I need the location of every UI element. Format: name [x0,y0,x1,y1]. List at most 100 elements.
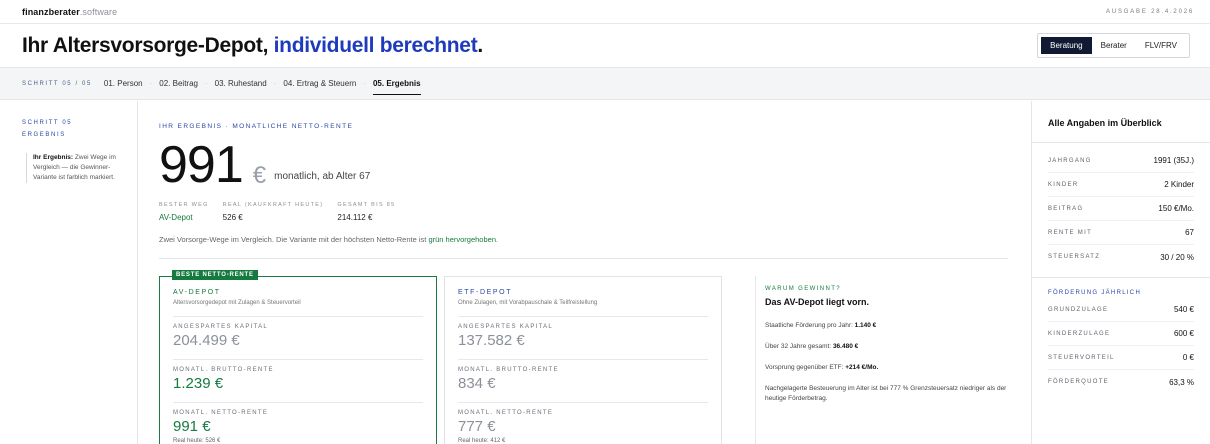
divider [1032,277,1210,278]
foerderung-row: FÖRDERQUOTE 63,3 % [1048,370,1194,394]
currency-symbol: € [252,162,267,189]
overview-row: STEUERSATZ 30 / 20 % [1048,245,1194,269]
metric-value: 526 € [222,213,243,222]
why-title: Das AV-Depot liegt vorn. [765,297,870,307]
row-label: GRUNDZULAGE [1048,306,1109,313]
step-separator: · [363,79,366,88]
card-subtitle: Altersvorsorgedepot mit Zulagen & Steuer… [173,300,301,306]
overview-row: BEITRAG 150 €/Mo. [1048,197,1194,221]
foerderung-list: GRUNDZULAGE 540 € KINDERZULAGE 600 € STEUE… [1048,298,1194,394]
title-end: . [477,33,483,57]
why-value: 36.480 € [832,343,859,350]
step-ertrag-steuern[interactable]: 04. Ertrag & Steuern [283,73,356,94]
page-title: Ihr Altersvorsorge-Depot, individuell be… [22,34,483,58]
mode-beratung-button[interactable]: Beratung [1041,37,1092,54]
divider [159,258,1008,259]
row-label: ANGESPARTES KAPITAL [458,324,554,330]
step-ergebnis[interactable]: 05. Ergebnis [372,73,421,95]
note-bold: Ihr Ergebnis: [33,154,74,161]
overview-row: RENTE MIT 67 [1048,221,1194,245]
step-separator: · [273,79,277,88]
step-person[interactable]: 01. Person [104,73,143,94]
card-row-brutto: MONATL. BRUTTO-RENTE 834 € [458,359,708,392]
row-label: STEUERVORTEIL [1048,354,1115,361]
row-label: MONATL. NETTO-RENTE [458,410,554,416]
why-line: Staatliche Förderung pro Jahr: 1.140 € [765,321,1009,331]
row-label: KINDERZULAGE [1048,330,1111,337]
why-line: Vorsprung gegenüber ETF: +214 €/Mo. [765,363,1009,373]
edition-date: AUSGABE 28.4.2026 [1106,8,1194,15]
step-counter: SCHRITT 05 / 05 [22,80,92,87]
row-label: RENTE MIT [1048,229,1093,236]
row-note: Real heute: 412 € [458,438,506,444]
row-value: 540 € [1173,305,1194,314]
row-label: BEITRAG [1048,205,1084,212]
metric-label: GESAMT BIS 85 [337,202,396,208]
row-value: 30 / 20 % [1160,252,1194,262]
best-badge: BESTE NETTO-RENTE [172,270,258,280]
mode-berater-button[interactable]: Berater [1092,37,1136,54]
why-text: Über 32 Jahre gesamt: [765,343,833,350]
row-value: 1991 (35J.) [1153,156,1194,165]
card-row-kapital: ANGESPARTES KAPITAL 137.582 € [458,316,708,349]
overview-title: Alle Angaben im Überblick [1048,118,1162,128]
why-text: Vorsprung gegenüber ETF: [765,364,846,371]
brand-name: finanzberater [22,6,80,17]
card-etf-depot[interactable]: ETF-DEPOT Ohne Zulagen, mit Vorabpauscha… [444,276,722,444]
card-row-brutto: MONATL. BRUTTO-RENTE 1.239 € [173,359,423,392]
result-note: Ihr Ergebnis: Zwei Wege im Vergleich — d… [26,153,122,183]
mode-switch: Beratung Berater FLV/FRV [1037,33,1190,58]
why-value: 1.140 € [854,322,877,329]
row-value: 204.499 € [173,332,240,349]
why-value: +214 €/Mo. [845,364,879,371]
row-label: STEUERSATZ [1048,254,1101,260]
brand-logo[interactable]: finanzberater.software [22,7,117,17]
left-sidebar: SCHRITT 05 ERGEBNIS Ihr Ergebnis: Zwei W… [0,101,138,444]
foerderung-row: STEUERVORTEIL 0 € [1048,346,1194,370]
comparison-intro: Zwei Vorsorge-Wege im Vergleich. Die Var… [159,235,498,244]
why-text: Staatliche Förderung pro Jahr: [765,322,855,329]
row-label: FÖRDERQUOTE [1048,379,1109,385]
mode-flv-frv-button[interactable]: FLV/FRV [1136,37,1186,54]
overview-row: KINDER 2 Kinder [1048,173,1194,197]
overview-list: JAHRGANG 1991 (35J.) KINDER 2 Kinder BEITR… [1048,149,1194,269]
row-value: 834 € [458,375,496,392]
top-bar: finanzberater.software AUSGABE 28.4.2026 [0,0,1210,24]
row-label: MONATL. BRUTTO-RENTE [173,367,274,373]
foerderung-row: KINDERZULAGE 600 € [1048,322,1194,346]
step-title: ERGEBNIS [22,132,66,138]
row-value: 137.582 € [458,332,525,349]
content-area: SCHRITT 05 ERGEBNIS Ihr Ergebnis: Zwei W… [0,101,1210,444]
step-beitrag[interactable]: 02. Beitrag [159,73,198,94]
result-metrics: BESTER WEG AV-Depot REAL (KAUFKRAFT HEUT… [159,202,409,222]
step-ruhestand[interactable]: 03. Ruhestand [215,73,267,94]
card-av-depot[interactable]: BESTE NETTO-RENTE AV-DEPOT Altersvorsorg… [159,270,437,444]
card-row-kapital: ANGESPARTES KAPITAL 204.499 € [173,316,423,349]
row-value: 991 € [173,418,211,435]
step-label: SCHRITT 05 [22,120,73,126]
row-label: MONATL. BRUTTO-RENTE [458,367,559,373]
why-panel: WARUM GEWINNT? Das AV-Depot liegt vorn. … [755,276,1009,444]
metric-label: REAL (KAUFKRAFT HEUTE) [222,202,324,208]
step-separator: · [149,79,153,88]
intro-end: . [496,235,499,244]
step-separator: · [204,79,208,88]
page-header: Ihr Altersvorsorge-Depot, individuell be… [0,24,1210,68]
row-note: Real heute: 526 € [173,438,221,444]
divider [1032,142,1210,143]
row-label: KINDER [1048,181,1079,188]
why-explanation: Nachgelagerte Besteuerung im Alter ist b… [765,385,1007,402]
row-value: 150 €/Mo. [1158,204,1194,213]
row-label: JAHRGANG [1048,157,1092,164]
result-headline: 991 € monatlich, ab Alter 67 [159,139,370,191]
row-value: 67 [1185,228,1194,237]
title-part: Ihr Altersvorsorge-Depot, [22,33,274,57]
row-value: 1.239 € [173,375,224,392]
card-title: AV-DEPOT [173,289,221,296]
row-value: 2 Kinder [1164,180,1194,189]
card-title: ETF-DEPOT [458,289,513,296]
row-value: 600 € [1173,329,1194,338]
why-line: Über 32 Jahre gesamt: 36.480 € [765,342,1009,352]
net-pension-caption: monatlich, ab Alter 67 [274,171,371,182]
row-value: 777 € [458,418,496,435]
